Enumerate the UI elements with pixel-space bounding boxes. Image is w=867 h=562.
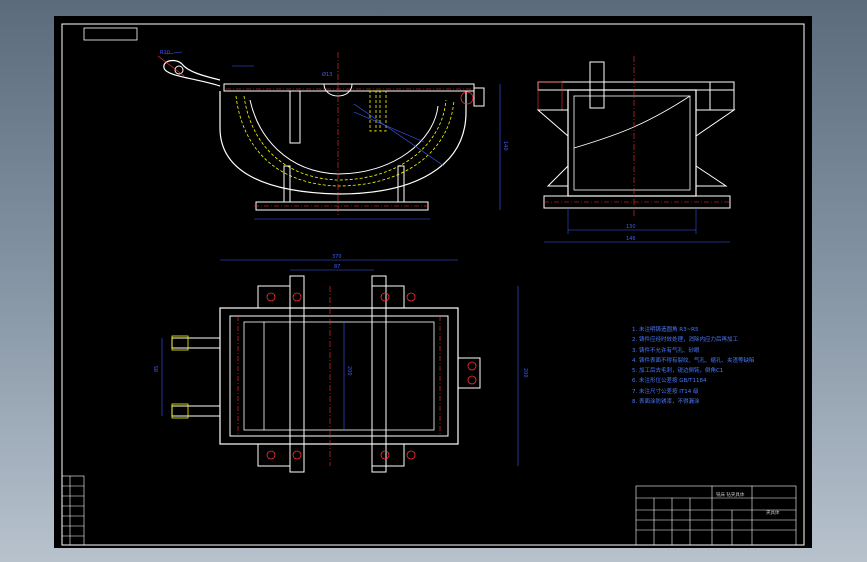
title-drawing-name: 铣床 钻夹具体 — [716, 491, 745, 498]
note-5: 5. 加工后去毛刺，锐边倒钝，倒角C1 — [632, 368, 724, 375]
note-2: 2. 铸件应经时效处理，消除内应力后再加工 — [632, 337, 738, 344]
dim-top-height: 200 — [346, 366, 352, 376]
dim-left-offset: 85 — [154, 366, 160, 372]
top-view — [161, 259, 519, 473]
drawing-canvas: 140 Ø13 R10 130 146 370 87 200 200 85 铣床… — [54, 16, 812, 548]
note-8: 8. 表面涂防锈漆，不得漏涂 — [632, 399, 700, 406]
note-6: 6. 未注形位公差按 GB/T1184 — [632, 378, 707, 385]
dim-top-inner: 87 — [334, 264, 340, 270]
note-1: 1. 未注明铸造圆角 R3~R5 — [632, 327, 699, 333]
title-sheet-label: 夹具体 — [766, 509, 780, 516]
dim-side-overall: 146 — [626, 236, 636, 242]
dim-top-side: 200 — [522, 368, 528, 378]
note-4: 4. 铸件表面不得有裂纹、气孔、缩孔、夹渣等缺陷 — [632, 357, 755, 364]
cad-drawing: 140 Ø13 R10 130 146 370 87 200 200 85 铣床… — [61, 23, 805, 546]
revision-table — [61, 475, 85, 546]
dim-front-height: 140 — [502, 141, 508, 151]
note-7: 7. 未注尺寸公差按 IT14 级 — [632, 388, 699, 395]
dim-top-length: 370 — [332, 254, 342, 260]
dim-side-bottom: 130 — [626, 224, 636, 230]
dim-radius: R10 — [160, 50, 170, 56]
outer-frame — [61, 23, 805, 546]
technical-notes: 1. 未注明铸造圆角 R3~R5 2. 铸件应经时效处理，消除内应力后再加工 3… — [632, 325, 755, 407]
side-view — [536, 56, 736, 243]
note-3: 3. 铸件不允许有气孔、砂眼 — [632, 347, 700, 354]
dim-center-hole: Ø13 — [322, 71, 332, 78]
code-box — [83, 27, 138, 41]
